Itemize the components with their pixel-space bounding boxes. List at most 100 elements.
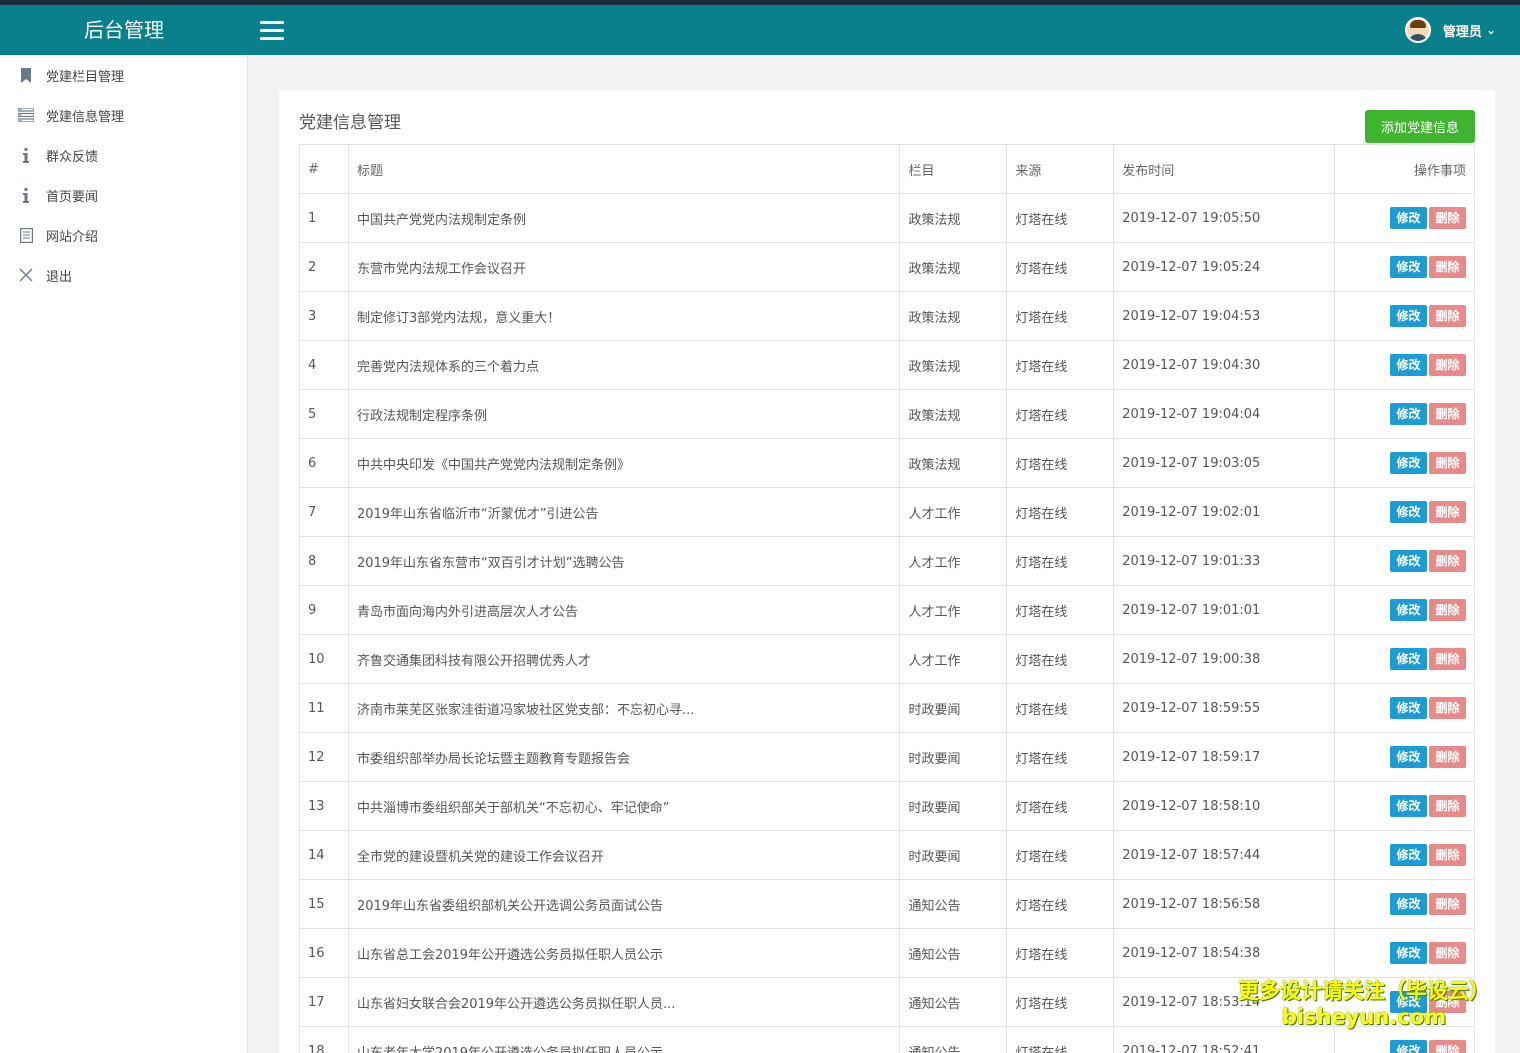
cell-source: 灯塔在线 [1006,830,1115,880]
cell-no: 6 [299,438,349,488]
table-body: 1 中国共产党党内法规制定条例 政策法规 灯塔在线 2019-12-07 19:05:5… [299,193,1475,1053]
sidebar: 党建栏目管理 党建信息管理 群众反馈 首页要闻 网站介绍 退出 [0,55,248,1053]
cell-no: 10 [299,634,349,684]
delete-button[interactable]: 删除 [1429,844,1466,866]
cell-time: 2019-12-07 18:56:58 [1113,879,1336,929]
edit-button[interactable]: 修改 [1390,844,1427,866]
avatar [1404,17,1431,43]
edit-button[interactable]: 修改 [1390,648,1427,670]
bookmark-icon [18,67,34,83]
cell-source: 灯塔在线 [1006,291,1115,341]
edit-button[interactable]: 修改 [1390,942,1427,964]
cell-category: 政策法规 [899,242,1008,292]
list-icon [18,107,34,123]
column-header-source: 来源 [1006,144,1115,194]
edit-button[interactable]: 修改 [1390,452,1427,474]
chevron-down-icon: ⌄ [1485,23,1496,37]
edit-button[interactable]: 修改 [1390,207,1427,229]
user-menu[interactable]: 管理员 ⌄ [1404,14,1496,46]
cell-time: 2019-12-07 18:52:41 [1113,1026,1336,1053]
cell-no: 5 [299,389,349,439]
table-row: 9 青岛市面向海内外引进高层次人才公告 人才工作 灯塔在线 2019-12-07 19:… [299,585,1475,635]
cell-category: 人才工作 [899,487,1008,537]
cell-time: 2019-12-07 19:05:50 [1113,193,1336,243]
brand-title: 后台管理 [84,18,164,42]
delete-button[interactable]: 删除 [1429,599,1466,621]
cell-time: 2019-12-07 18:54:38 [1113,928,1336,978]
delete-button[interactable]: 删除 [1429,697,1466,719]
user-name: 管理员 [1442,24,1482,40]
sidebar-item-feedback[interactable]: 群众反馈 [0,135,247,175]
cell-category: 政策法规 [899,340,1008,390]
cell-category: 通知公告 [899,928,1008,978]
main-panel: 党建信息管理 添加党建信息 # 标题 栏目 来源 发布时间 操作事项 1 中国共产… [279,90,1495,1053]
sidebar-item-info-manage[interactable]: 党建信息管理 [0,95,247,135]
cell-category: 政策法规 [899,389,1008,439]
delete-button[interactable]: 删除 [1429,501,1466,523]
edit-button[interactable]: 修改 [1390,599,1427,621]
edit-button[interactable]: 修改 [1390,746,1427,768]
sidebar-item-site-intro[interactable]: 网站介绍 [0,215,247,255]
document-icon [18,227,34,243]
edit-button[interactable]: 修改 [1390,403,1427,425]
cell-source: 灯塔在线 [1006,977,1115,1027]
cell-actions: 修改 删除 [1334,291,1475,341]
delete-button[interactable]: 删除 [1429,354,1466,376]
edit-button[interactable]: 修改 [1390,256,1427,278]
delete-button[interactable]: 删除 [1429,746,1466,768]
delete-button[interactable]: 删除 [1429,893,1466,915]
edit-button[interactable]: 修改 [1390,1040,1427,1053]
cell-no: 16 [299,928,349,978]
table-row: 15 2019年山东省委组织部机关公开选调公务员面试公告 通知公告 灯塔在线 2019-… [299,879,1475,929]
table-row: 11 济南市莱芜区张家洼街道冯家坡社区党支部：不忘初心寻... 时政要闻 灯塔在线 20… [299,683,1475,733]
delete-button[interactable]: 删除 [1429,942,1466,964]
delete-button[interactable]: 删除 [1429,1040,1466,1053]
cell-source: 灯塔在线 [1006,634,1115,684]
add-info-button[interactable]: 添加党建信息 [1365,110,1475,143]
delete-button[interactable]: 删除 [1429,403,1466,425]
cell-source: 灯塔在线 [1006,438,1115,488]
cell-actions: 修改 删除 [1334,487,1475,537]
edit-button[interactable]: 修改 [1390,795,1427,817]
edit-button[interactable]: 修改 [1390,550,1427,572]
delete-button[interactable]: 删除 [1429,550,1466,572]
close-icon [18,267,34,283]
cell-time: 2019-12-07 19:03:05 [1113,438,1336,488]
cell-title: 山东省总工会2019年公开遴选公务员拟任职人员公示 [347,928,901,978]
edit-button[interactable]: 修改 [1390,697,1427,719]
menu-toggle-icon[interactable] [260,21,284,40]
delete-button[interactable]: 删除 [1429,305,1466,327]
delete-button[interactable]: 删除 [1429,207,1466,229]
cell-title: 中共中央印发《中国共产党党内法规制定条例》 [347,438,901,488]
delete-button[interactable]: 删除 [1429,795,1466,817]
table-row: 5 行政法规制定程序条例 政策法规 灯塔在线 2019-12-07 19:04:04 修改… [299,389,1475,439]
cell-actions: 修改 删除 [1334,683,1475,733]
cell-category: 政策法规 [899,193,1008,243]
delete-button[interactable]: 删除 [1429,256,1466,278]
cell-title: 行政法规制定程序条例 [347,389,901,439]
cell-category: 时政要闻 [899,830,1008,880]
cell-category: 通知公告 [899,1026,1008,1053]
cell-actions: 修改 删除 [1334,340,1475,390]
sidebar-item-column-manage[interactable]: 党建栏目管理 [0,55,247,95]
cell-actions: 修改 删除 [1334,634,1475,684]
info-icon [18,147,34,163]
edit-button[interactable]: 修改 [1390,501,1427,523]
cell-time: 2019-12-07 19:02:01 [1113,487,1336,537]
cell-actions: 修改 删除 [1334,585,1475,635]
cell-actions: 修改 删除 [1334,438,1475,488]
delete-button[interactable]: 删除 [1429,452,1466,474]
table-row: 10 齐鲁交通集团科技有限公开招聘优秀人才 人才工作 灯塔在线 2019-12-07 1… [299,634,1475,684]
table-row: 16 山东省总工会2019年公开遴选公务员拟任职人员公示 通知公告 灯塔在线 2019-… [299,928,1475,978]
edit-button[interactable]: 修改 [1390,305,1427,327]
edit-button[interactable]: 修改 [1390,354,1427,376]
edit-button[interactable]: 修改 [1390,893,1427,915]
sidebar-item-label: 群众反馈 [46,149,99,165]
delete-button[interactable]: 删除 [1429,648,1466,670]
cell-actions: 修改 删除 [1334,242,1475,292]
table-row: 4 完善党内法规体系的三个着力点 政策法规 灯塔在线 2019-12-07 19:04:… [299,340,1475,390]
column-header-category: 栏目 [899,144,1008,194]
sidebar-item-logout[interactable]: 退出 [0,255,247,295]
cell-source: 灯塔在线 [1006,340,1115,390]
sidebar-item-home-news[interactable]: 首页要闻 [0,175,247,215]
